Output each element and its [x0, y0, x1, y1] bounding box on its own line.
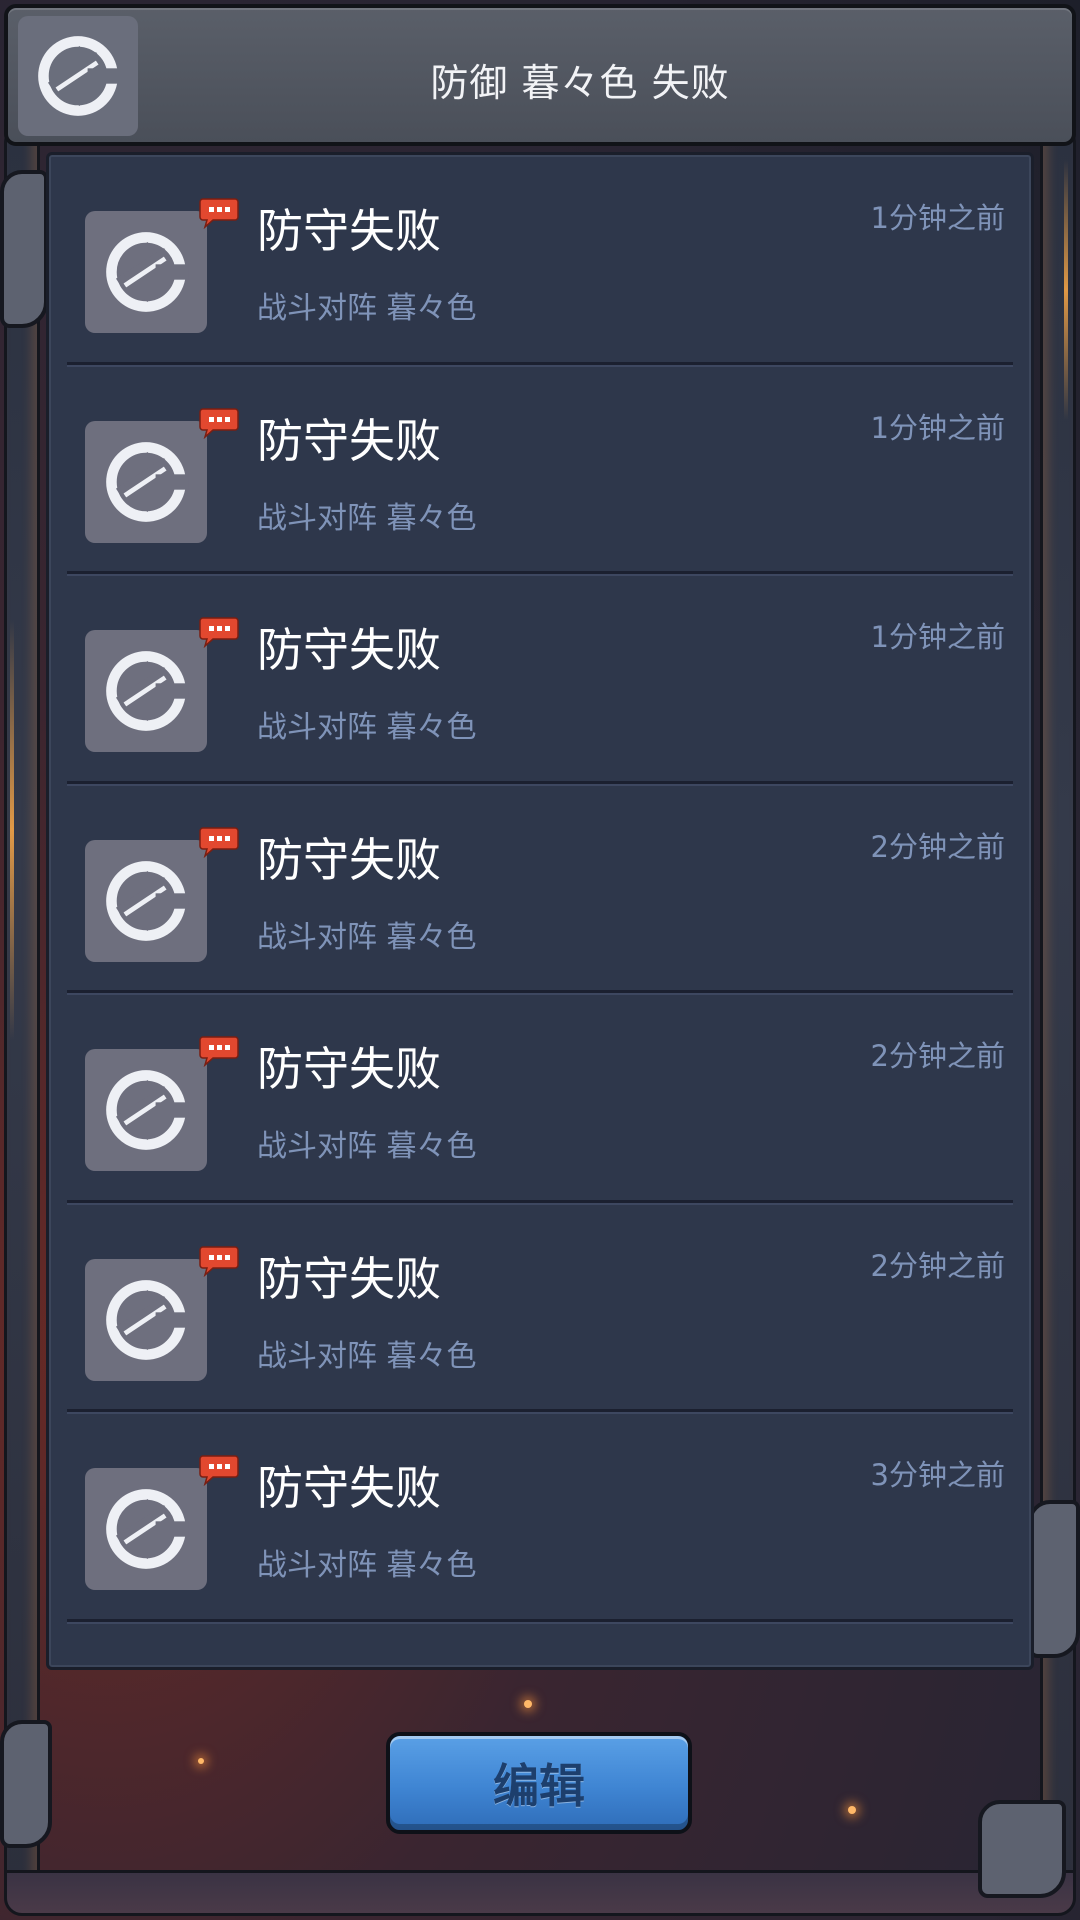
defense-shield-icon: [85, 839, 207, 962]
notification-subtitle: 战斗对阵 暮々色: [257, 1548, 477, 1583]
frame-bottom-wall: [4, 1870, 1076, 1916]
notification-title: 防守失败: [257, 1461, 441, 1515]
notification-time: 3分钟之前: [870, 1458, 1005, 1492]
report-header: 防御 暮々色 失败: [4, 4, 1076, 146]
notification-title: 防守失败: [257, 1042, 441, 1096]
defense-shield-icon: [18, 16, 138, 136]
notification-row[interactable]: 防守失败 战斗对阵 暮々色 2分钟之前: [67, 1203, 1013, 1412]
rock-decoration: [978, 1800, 1066, 1898]
rock-decoration: [1028, 1500, 1080, 1658]
defense-shield-icon: [85, 211, 207, 333]
defense-shield-icon: [85, 630, 207, 752]
chat-bubble-icon: [199, 1454, 239, 1487]
notification-time: 1分钟之前: [870, 410, 1005, 445]
notification-row[interactable]: 防守失败 战斗对阵 暮々色 2分钟之前: [67, 784, 1013, 993]
notification-list: 防守失败 战斗对阵 暮々色 1分钟之前 防守失败 战斗对阵 暮々色 1分钟之前 …: [67, 155, 1013, 1622]
chat-bubble-icon: [199, 1035, 239, 1068]
notification-subtitle: 战斗对阵 暮々色: [257, 500, 477, 536]
chat-bubble-icon: [199, 826, 239, 858]
notification-subtitle: 战斗对阵 暮々色: [257, 291, 477, 326]
defense-shield-icon: [85, 1468, 207, 1590]
notification-row[interactable]: 防守失败 战斗对阵 暮々色 2分钟之前: [67, 993, 1013, 1203]
notification-title: 防守失败: [257, 413, 441, 468]
defense-shield-icon: [85, 1258, 207, 1381]
notification-row[interactable]: 防守失败 战斗对阵 暮々色 1分钟之前: [67, 155, 1013, 365]
notification-title: 防守失败: [257, 623, 441, 677]
lava-glow: [10, 620, 14, 1040]
notification-time: 2分钟之前: [870, 1248, 1005, 1283]
notification-row[interactable]: 防守失败 战斗对阵 暮々色 1分钟之前: [67, 365, 1013, 574]
notification-time: 1分钟之前: [870, 201, 1005, 235]
notification-subtitle: 战斗对阵 暮々色: [257, 1338, 477, 1374]
defense-shield-icon: [85, 1049, 207, 1171]
notification-subtitle: 战斗对阵 暮々色: [257, 919, 477, 955]
chat-bubble-icon: [199, 197, 239, 230]
notification-subtitle: 战斗对阵 暮々色: [257, 710, 477, 745]
notification-title: 防守失败: [257, 204, 441, 258]
chat-bubble-icon: [199, 1245, 239, 1277]
notification-subtitle: 战斗对阵 暮々色: [257, 1129, 477, 1164]
notification-time: 2分钟之前: [870, 1039, 1005, 1073]
notification-title: 防守失败: [257, 1251, 441, 1306]
edit-button[interactable]: 编辑: [386, 1732, 692, 1834]
rock-decoration: [0, 1720, 52, 1848]
lava-glow: [1064, 160, 1068, 420]
notification-time: 1分钟之前: [870, 620, 1005, 654]
page-title: 防御 暮々色 失败: [430, 60, 730, 105]
defense-shield-icon: [85, 420, 207, 543]
ember-particle: [848, 1806, 856, 1814]
rock-decoration: [0, 170, 48, 328]
chat-bubble-icon: [199, 407, 239, 439]
ember-particle: [198, 1758, 204, 1764]
notification-list-panel[interactable]: 防守失败 战斗对阵 暮々色 1分钟之前 防守失败 战斗对阵 暮々色 1分钟之前 …: [46, 152, 1034, 1670]
chat-bubble-icon: [199, 616, 239, 649]
notification-title: 防守失败: [257, 832, 441, 887]
ember-particle: [524, 1700, 532, 1708]
notification-row[interactable]: 防守失败 战斗对阵 暮々色 1分钟之前: [67, 574, 1013, 784]
notification-row[interactable]: 防守失败 战斗对阵 暮々色 3分钟之前: [67, 1412, 1013, 1622]
notification-time: 2分钟之前: [870, 829, 1005, 864]
